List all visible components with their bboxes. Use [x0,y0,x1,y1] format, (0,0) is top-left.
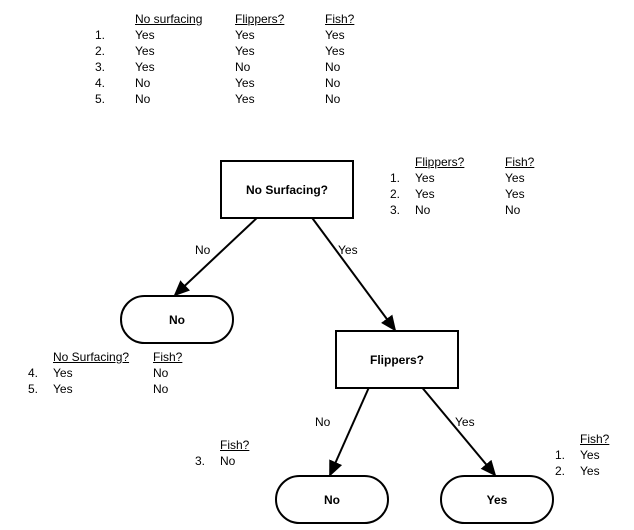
row-val: No [325,76,395,90]
row-idx: 5. [95,92,135,106]
node-flippers: Flippers? [335,330,459,389]
col-no-surfacing: No Surfacing? [53,350,153,364]
row-val: No [135,76,235,90]
row-val: Yes [135,28,235,42]
row-idx: 1. [95,28,135,42]
row-val: No [325,92,395,106]
col-flippers: Flippers? [235,12,325,26]
leaf-label: Yes [487,493,508,507]
col-fish: Fish? [153,350,208,364]
subset-no-surfacing: No Surfacing? Fish? 4. Yes No 5. Yes No [28,350,208,396]
edge-label-yes: Yes [338,243,358,257]
edge-label-no: No [195,243,210,257]
row-val: No [135,92,235,106]
col-fish: Fish? [325,12,395,26]
col-no-surfacing: No surfacing [135,12,235,26]
row-val: Yes [235,76,325,90]
subset-yes-surfacing: Flippers? Fish? 1. Yes Yes 2. Yes Yes 3.… [390,155,565,217]
leaf-no-bottom: No [275,475,389,524]
row-val: No [235,60,325,74]
row-val: Yes [135,60,235,74]
col-fish: Fish? [580,432,630,446]
col-fish: Fish? [505,155,565,169]
subset-flippers-no: Fish? 3. No [195,438,270,468]
row-val: Yes [325,44,395,58]
leaf-label: No [324,493,340,507]
row-idx: 2. [95,44,135,58]
leaf-no-top: No [120,295,234,344]
row-idx: 4. [95,76,135,90]
node-label: Flippers? [370,353,424,367]
col-idx [95,12,135,26]
row-val: Yes [235,92,325,106]
subset-flippers-yes: Fish? 1. Yes 2. Yes [555,432,630,478]
row-val: Yes [135,44,235,58]
row-val: Yes [235,44,325,58]
row-val: Yes [235,28,325,42]
node-label: No Surfacing? [246,183,328,197]
row-val: No [325,60,395,74]
training-table: No surfacing Flippers? Fish? 1. Yes Yes … [95,12,395,106]
row-idx: 3. [95,60,135,74]
edge-label-yes: Yes [455,415,475,429]
leaf-label: No [169,313,185,327]
col-flippers: Flippers? [415,155,505,169]
row-val: Yes [325,28,395,42]
node-no-surfacing: No Surfacing? [220,160,354,219]
leaf-yes-bottom: Yes [440,475,554,524]
col-fish: Fish? [220,438,270,452]
edge-label-no: No [315,415,330,429]
